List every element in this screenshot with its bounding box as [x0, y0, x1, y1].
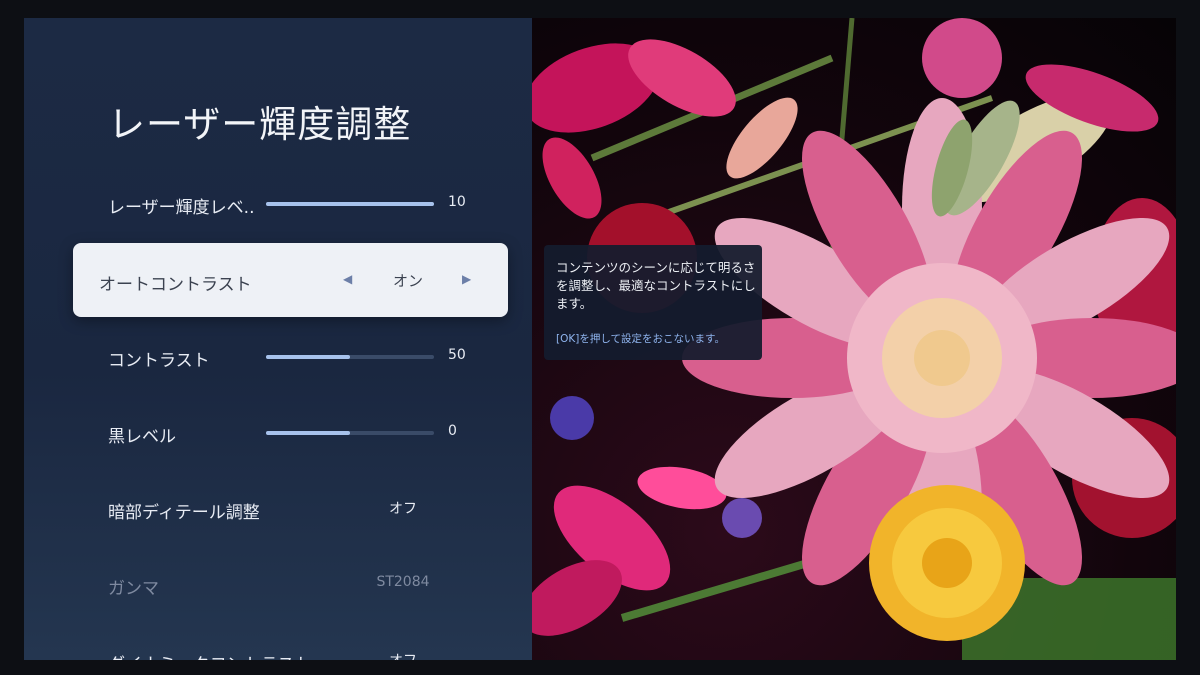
setting-label: ガンマ: [108, 579, 159, 599]
slider-track[interactable]: [266, 202, 434, 206]
page-title: レーザー輝度調整: [108, 103, 412, 146]
slider-track[interactable]: [266, 355, 434, 359]
setting-value: 10: [448, 194, 466, 210]
slider-fill: [266, 355, 350, 359]
slider-track[interactable]: [266, 431, 434, 435]
setting-label: オートコントラスト: [99, 275, 252, 295]
setting-auto-contrast[interactable]: オートコントラスト ◀ オン ▶: [73, 243, 508, 317]
setting-value: オン: [392, 272, 423, 290]
setting-laser-brightness-level[interactable]: レーザー輝度レベ.. 10: [108, 183, 468, 223]
tooltip-description: コンテンツのシーンに応じて明るさを調整し、最適なコントラストにします。: [556, 260, 756, 311]
setting-value: ST2084: [376, 574, 430, 590]
slider-fill: [266, 202, 434, 206]
triangle-right-icon[interactable]: ▶: [462, 272, 471, 286]
setting-black-level[interactable]: 黒レベル 0: [108, 412, 468, 452]
setting-gamma[interactable]: ガンマ ST2084: [108, 564, 468, 604]
projector-screen: レーザー輝度調整 レーザー輝度レベ.. 10 オートコントラスト ◀ オン ▶ …: [24, 18, 1176, 660]
setting-value: オフ: [358, 650, 448, 660]
setting-label: コントラスト: [108, 351, 210, 371]
triangle-left-icon[interactable]: ◀: [343, 272, 352, 286]
setting-contrast[interactable]: コントラスト 50: [108, 336, 468, 376]
setting-label: レーザー輝度レベ..: [108, 198, 255, 218]
tooltip-hint: [OK]を押して設定をおこないます。: [556, 333, 725, 345]
setting-label: ダイナミックコントラスト: [108, 650, 311, 660]
settings-panel: レーザー輝度調整 レーザー輝度レベ.. 10 オートコントラスト ◀ オン ▶ …: [24, 18, 532, 660]
help-tooltip: コンテンツのシーンに応じて明るさを調整し、最適なコントラストにします。 [OK]…: [544, 245, 762, 360]
setting-value: オフ: [389, 501, 417, 517]
setting-value: 0: [448, 423, 457, 439]
setting-shadow-detail[interactable]: 暗部ディテール調整 オフ: [108, 488, 468, 528]
setting-value: 50: [448, 347, 466, 363]
setting-dynamic-contrast[interactable]: ダイナミックコントラスト オフ: [108, 640, 468, 660]
slider-fill: [266, 431, 350, 435]
setting-label: 黒レベル: [108, 427, 176, 447]
setting-label: 暗部ディテール調整: [108, 503, 260, 523]
